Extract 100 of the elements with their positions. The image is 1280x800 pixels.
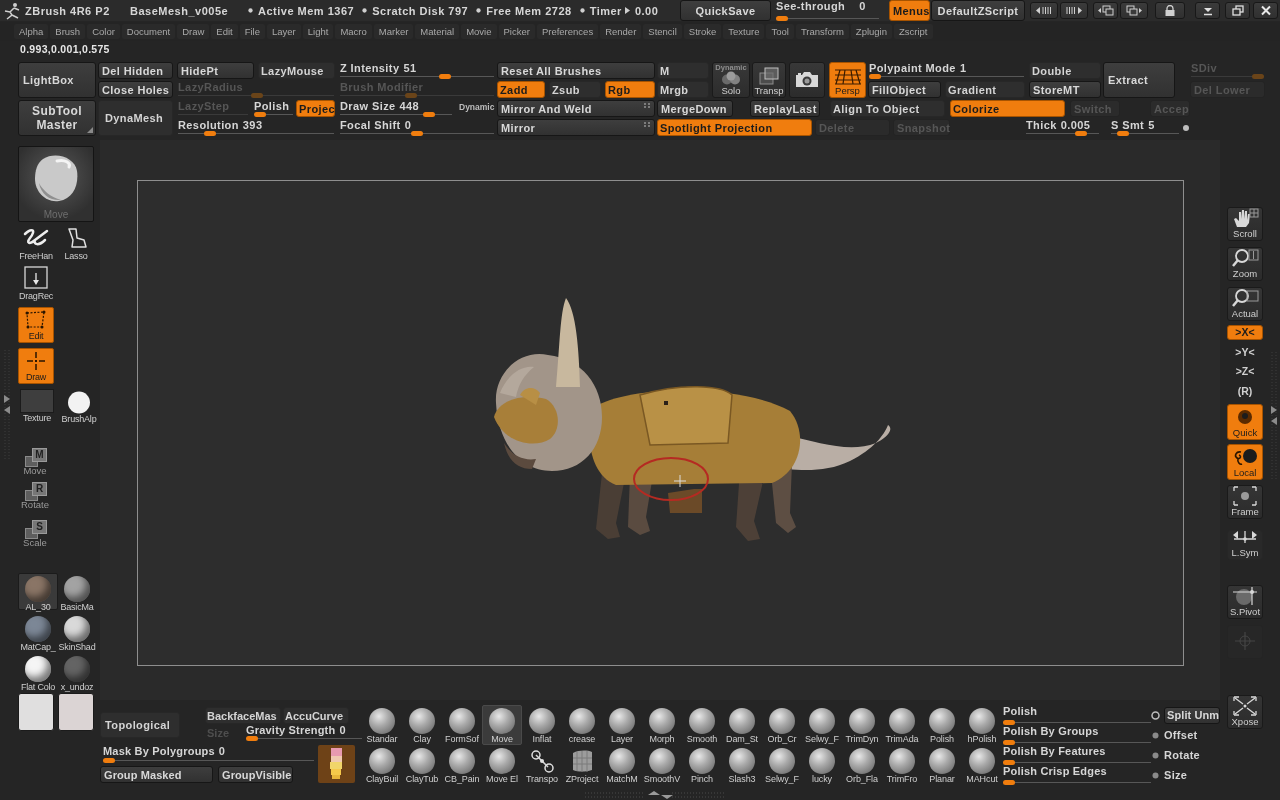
- slider-thumb[interactable]: [1003, 720, 1015, 725]
- material-button[interactable]: x_undoz: [58, 653, 96, 690]
- brush-button[interactable]: Transpo: [522, 745, 562, 785]
- brush-button[interactable]: Clay: [402, 705, 442, 745]
- slider-track[interactable]: [340, 93, 494, 98]
- tray-handle-icon[interactable]: [1269, 352, 1279, 480]
- brush-button[interactable]: ClayTub: [402, 745, 442, 785]
- slider-track[interactable]: [869, 74, 1024, 79]
- stroke-tool-button[interactable]: DragRec: [18, 266, 54, 302]
- shelf-button[interactable]: Mirror: [497, 119, 655, 136]
- menu-item[interactable]: Light: [302, 24, 334, 39]
- shelf-button[interactable]: GroupVisible: [218, 766, 293, 783]
- menu-item[interactable]: Alpha: [14, 24, 49, 39]
- brush-button[interactable]: TrimAda: [882, 705, 922, 745]
- slider-thumb[interactable]: [869, 74, 881, 79]
- menu-item[interactable]: Brush: [50, 24, 86, 39]
- view-button[interactable]: Local: [1227, 444, 1263, 480]
- brush-button[interactable]: lucky: [802, 745, 842, 785]
- minimize-button[interactable]: [1195, 2, 1220, 19]
- menu-item[interactable]: Movie: [461, 24, 497, 39]
- stroke-tool-button[interactable]: Lasso: [58, 226, 94, 262]
- tray-handle-icon[interactable]: [585, 791, 725, 799]
- shelf-button[interactable]: Del Hidden: [98, 62, 173, 79]
- slider-thumb[interactable]: [254, 112, 266, 117]
- brush-button[interactable]: MAHcut: [962, 745, 1002, 785]
- brush-button[interactable]: Planar: [922, 745, 962, 785]
- shelf-button[interactable]: LightBox: [18, 62, 96, 98]
- toggle-button[interactable]: BackfaceMas: [205, 707, 281, 724]
- toggle-button[interactable]: Colorize: [950, 100, 1065, 117]
- map-button[interactable]: BrushAlp: [60, 389, 98, 424]
- toggle-button[interactable]: Dynamic: [457, 100, 495, 117]
- menu-item[interactable]: File: [239, 24, 265, 39]
- brush-button[interactable]: crease: [562, 705, 602, 745]
- transform-button[interactable]: M Move: [20, 446, 50, 476]
- menu-item[interactable]: Macro: [335, 24, 372, 39]
- brush-button[interactable]: Dam_St: [722, 705, 762, 745]
- menu-item[interactable]: Picker: [498, 24, 535, 39]
- toggle-button[interactable]: DynaMesh: [98, 100, 173, 136]
- quicksave-button[interactable]: QuickSave: [680, 0, 771, 21]
- menu-item[interactable]: Color: [87, 24, 120, 39]
- color-swatch[interactable]: [58, 693, 94, 731]
- brush-button[interactable]: Move: [482, 705, 522, 745]
- menu-item[interactable]: Zplugin: [850, 24, 892, 39]
- toggle-button[interactable]: Rgb: [605, 81, 655, 98]
- brush-button[interactable]: Selwy_F: [762, 745, 802, 785]
- shelf-button[interactable]: Group Masked: [100, 766, 213, 783]
- slider-thumb[interactable]: [1003, 780, 1015, 785]
- brush-button[interactable]: Orb_Fla: [842, 745, 882, 785]
- toggle-button[interactable]: Mrgb: [657, 81, 709, 98]
- view-button[interactable]: Xpose: [1227, 695, 1263, 729]
- shelf-button[interactable]: FillObject: [868, 81, 941, 98]
- menu-item[interactable]: Document: [121, 24, 176, 39]
- slider-track[interactable]: [1003, 780, 1151, 785]
- brush-button[interactable]: FormSof: [442, 705, 482, 745]
- toggle-button[interactable]: Gradient: [945, 81, 1025, 98]
- slider-track[interactable]: [776, 16, 879, 21]
- brush-button[interactable]: Orb_Cr: [762, 705, 802, 745]
- menu-item[interactable]: Texture: [723, 24, 765, 39]
- view-button[interactable]: Actual: [1227, 287, 1263, 321]
- axis-toggle[interactable]: >Z<: [1227, 364, 1263, 379]
- shelf-button[interactable]: MergeDown: [657, 100, 733, 117]
- shelf-button[interactable]: Reset All Brushes: [497, 62, 655, 79]
- toggle-button[interactable]: Topological: [100, 712, 180, 738]
- slider-track[interactable]: [1003, 760, 1151, 765]
- toggle-dot-icon[interactable]: [1151, 750, 1160, 760]
- toolbar-button[interactable]: [1060, 2, 1088, 19]
- brush-button[interactable]: TrimFro: [882, 745, 922, 785]
- slider-track[interactable]: [340, 131, 494, 136]
- axis-toggle[interactable]: >X<: [1227, 325, 1263, 340]
- slider-thumb[interactable]: [1003, 740, 1015, 745]
- shelf-button[interactable]: SubTool Master: [18, 100, 96, 136]
- toolbar-button[interactable]: [1120, 2, 1148, 19]
- toggle-button[interactable]: AccuCurve: [283, 707, 349, 724]
- slider-track[interactable]: [1191, 74, 1264, 79]
- menu-item[interactable]: Draw: [177, 24, 210, 39]
- toggle-button[interactable]: Align To Object: [830, 100, 945, 117]
- brush-button[interactable]: TrimDyn: [842, 705, 882, 745]
- view-button[interactable]: Scroll: [1227, 207, 1263, 241]
- shelf-button[interactable]: Extract: [1103, 62, 1175, 98]
- slider-thumb[interactable]: [1003, 760, 1015, 765]
- view-button[interactable]: S.Pivot: [1227, 585, 1263, 619]
- toggle-button[interactable]: M: [657, 62, 709, 79]
- transform-button[interactable]: S Scale: [20, 518, 50, 548]
- color-swatch[interactable]: [18, 693, 54, 731]
- menu-item[interactable]: Layer: [267, 24, 301, 39]
- menu-item[interactable]: Render: [600, 24, 642, 39]
- toggle-button[interactable]: Zsub: [549, 81, 601, 98]
- mode-button[interactable]: Edit: [18, 307, 54, 343]
- stroke-tool-button[interactable]: FreeHan: [18, 226, 54, 262]
- axis-toggle[interactable]: (R): [1227, 384, 1263, 399]
- menu-item[interactable]: Tool: [766, 24, 794, 39]
- brush-button[interactable]: ClayBuil: [362, 745, 402, 785]
- close-button[interactable]: [1253, 2, 1278, 19]
- script-button[interactable]: DefaultZScript: [931, 0, 1025, 21]
- camera-button[interactable]: [789, 62, 825, 98]
- shelf-button[interactable]: Split Unm: [1164, 706, 1220, 724]
- brush-button[interactable]: Inflat: [522, 705, 562, 745]
- mode-button[interactable]: Draw: [18, 348, 54, 384]
- toolbar-button[interactable]: [1030, 2, 1058, 19]
- toggle-button[interactable]: Spotlight Projection: [657, 119, 812, 136]
